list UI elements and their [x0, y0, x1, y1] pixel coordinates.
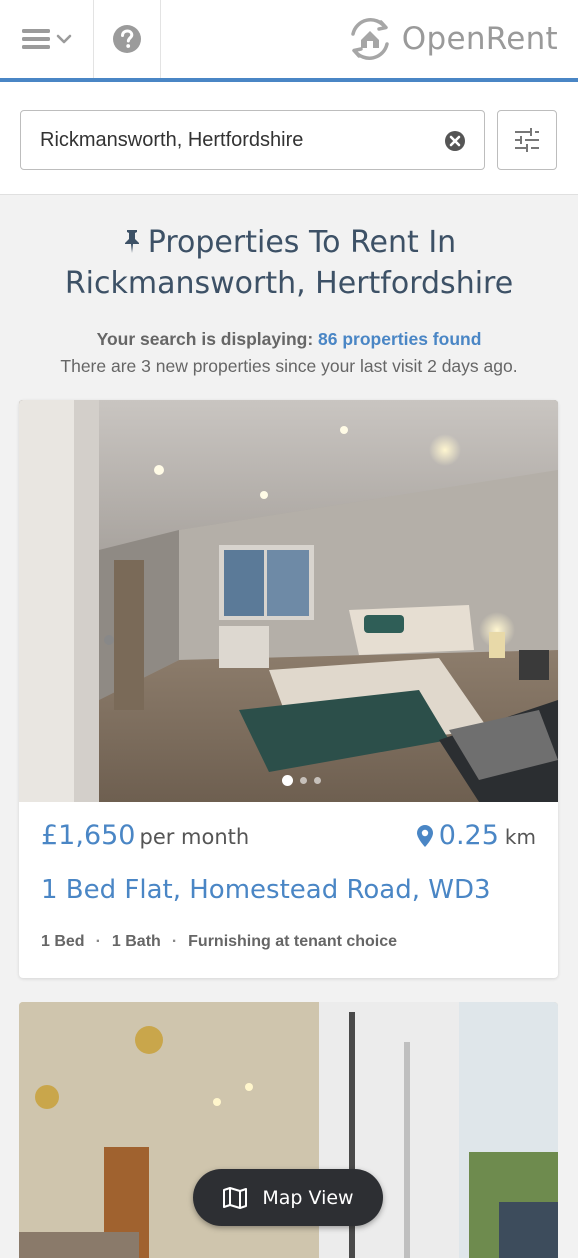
- feature-furnishing: Furnishing at tenant choice: [188, 933, 398, 950]
- carousel-dot[interactable]: [314, 777, 321, 784]
- help-button[interactable]: [94, 0, 161, 78]
- page-title: Properties To Rent In Rickmansworth, Her…: [20, 222, 558, 304]
- distance-value: 0.25: [438, 820, 499, 851]
- listing-distance: 0.25 km: [416, 820, 536, 851]
- filter-button[interactable]: [497, 110, 557, 170]
- title-line-2: Rickmansworth, Hertfordshire: [64, 266, 514, 301]
- new-properties-notice: There are 3 new properties since your la…: [60, 356, 518, 376]
- hamburger-icon: [21, 29, 50, 49]
- listing-photo[interactable]: [19, 400, 558, 802]
- house-refresh-icon: [351, 18, 389, 60]
- carousel-dot[interactable]: [300, 777, 307, 784]
- price-value: £1,650: [41, 820, 136, 851]
- close-circle-icon[interactable]: [444, 130, 466, 152]
- logo-text: OpenRent: [401, 21, 558, 57]
- feature-baths: 1 Bath: [111, 933, 161, 950]
- chevron-down-icon: [56, 34, 71, 44]
- listing-features: 1 Bed · 1 Bath · Furnishing at tenant ch…: [41, 933, 397, 951]
- photo-carousel-dots[interactable]: [282, 775, 321, 786]
- location-pin-icon: [416, 824, 433, 847]
- map-icon: [223, 1186, 248, 1209]
- question-circle-icon: [113, 25, 141, 53]
- pin-icon: [124, 230, 139, 253]
- search-input[interactable]: [40, 128, 430, 152]
- bedroom-photo: [19, 400, 558, 802]
- map-view-button[interactable]: Map View: [193, 1169, 383, 1226]
- menu-button[interactable]: [0, 0, 94, 78]
- carousel-dot[interactable]: [282, 775, 293, 786]
- top-navbar: OpenRent: [0, 0, 578, 82]
- map-view-label: Map View: [262, 1186, 354, 1209]
- listing-card[interactable]: £1,650 per month 0.25 km 1 Bed Flat, Home…: [19, 400, 558, 978]
- results-summary: Your search is displaying: 86 properties…: [0, 326, 578, 380]
- title-line-1: Properties To Rent In: [147, 225, 457, 260]
- listing-title[interactable]: 1 Bed Flat, Homestead Road, WD3: [41, 875, 491, 905]
- summary-label: Your search is displaying:: [96, 329, 314, 349]
- results-count-link[interactable]: 86 properties found: [318, 329, 481, 349]
- sliders-icon: [515, 128, 539, 152]
- feature-beds: 1 Bed: [41, 933, 85, 950]
- search-bar: [0, 82, 578, 195]
- feature-separator: ·: [171, 933, 178, 950]
- listing-price: £1,650 per month: [41, 820, 249, 851]
- price-period: per month: [139, 825, 250, 849]
- distance-unit: km: [504, 825, 536, 849]
- openrent-logo[interactable]: OpenRent: [344, 12, 558, 66]
- search-box[interactable]: [20, 110, 485, 170]
- feature-separator: ·: [95, 933, 101, 950]
